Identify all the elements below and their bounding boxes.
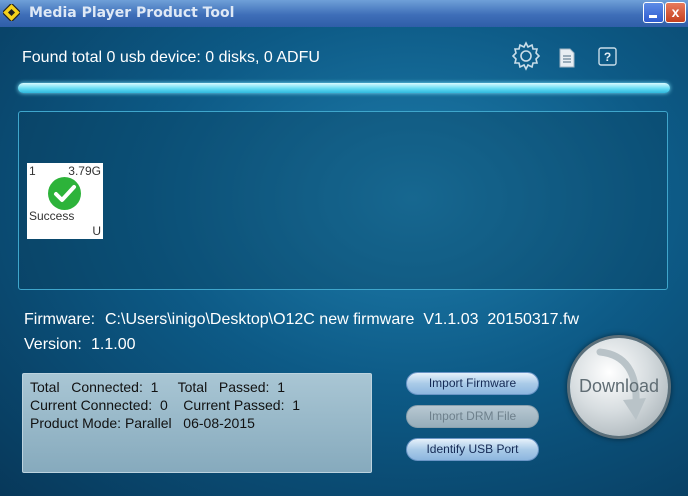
app-logo-icon: [3, 4, 20, 21]
device-status: Success: [29, 209, 75, 223]
version-value: 1.1.00: [91, 336, 136, 353]
progress-bar: [18, 83, 670, 93]
main-window: Media Player Product Tool x Found total …: [0, 0, 688, 496]
device-panel: 1 3.79G Success U: [18, 111, 668, 290]
title-bar[interactable]: Media Player Product Tool x: [0, 0, 688, 27]
import-firmware-button[interactable]: Import Firmware: [406, 372, 539, 395]
device-tile[interactable]: 1 3.79G Success U: [27, 163, 103, 239]
close-button[interactable]: x: [665, 2, 686, 23]
window-title: Media Player Product Tool: [29, 5, 235, 21]
firmware-path: C:\Users\inigo\Desktop\O12C new firmware…: [105, 311, 580, 328]
help-icon[interactable]: ?: [598, 47, 617, 66]
firmware-label: Firmware:: [24, 311, 96, 328]
gear-icon[interactable]: [510, 40, 542, 72]
identify-usb-port-button[interactable]: Identify USB Port: [406, 438, 539, 461]
device-summary-text: Found total 0 usb device: 0 disks, 0 ADF…: [22, 49, 320, 66]
download-button[interactable]: Download: [570, 338, 668, 436]
device-type: U: [92, 224, 101, 238]
stats-total-line: Total Connected: 1 Total Passed: 1: [30, 379, 286, 395]
stats-panel: Total Connected: 1 Total Passed: 1 Curre…: [22, 373, 372, 473]
download-label: Download: [578, 376, 660, 396]
import-drm-button[interactable]: Import DRM File: [406, 405, 539, 428]
check-icon: [48, 177, 81, 210]
stats-current-line: Current Connected: 0 Current Passed: 1: [30, 397, 301, 413]
help-glyph: ?: [604, 50, 611, 64]
document-icon[interactable]: [558, 48, 576, 68]
close-icon: x: [671, 4, 680, 20]
device-index: 1: [29, 164, 36, 178]
version-label: Version:: [24, 336, 82, 353]
minimize-button[interactable]: [643, 2, 664, 23]
product-mode-line: Product Mode: Parallel 06-08-2015: [30, 415, 255, 431]
